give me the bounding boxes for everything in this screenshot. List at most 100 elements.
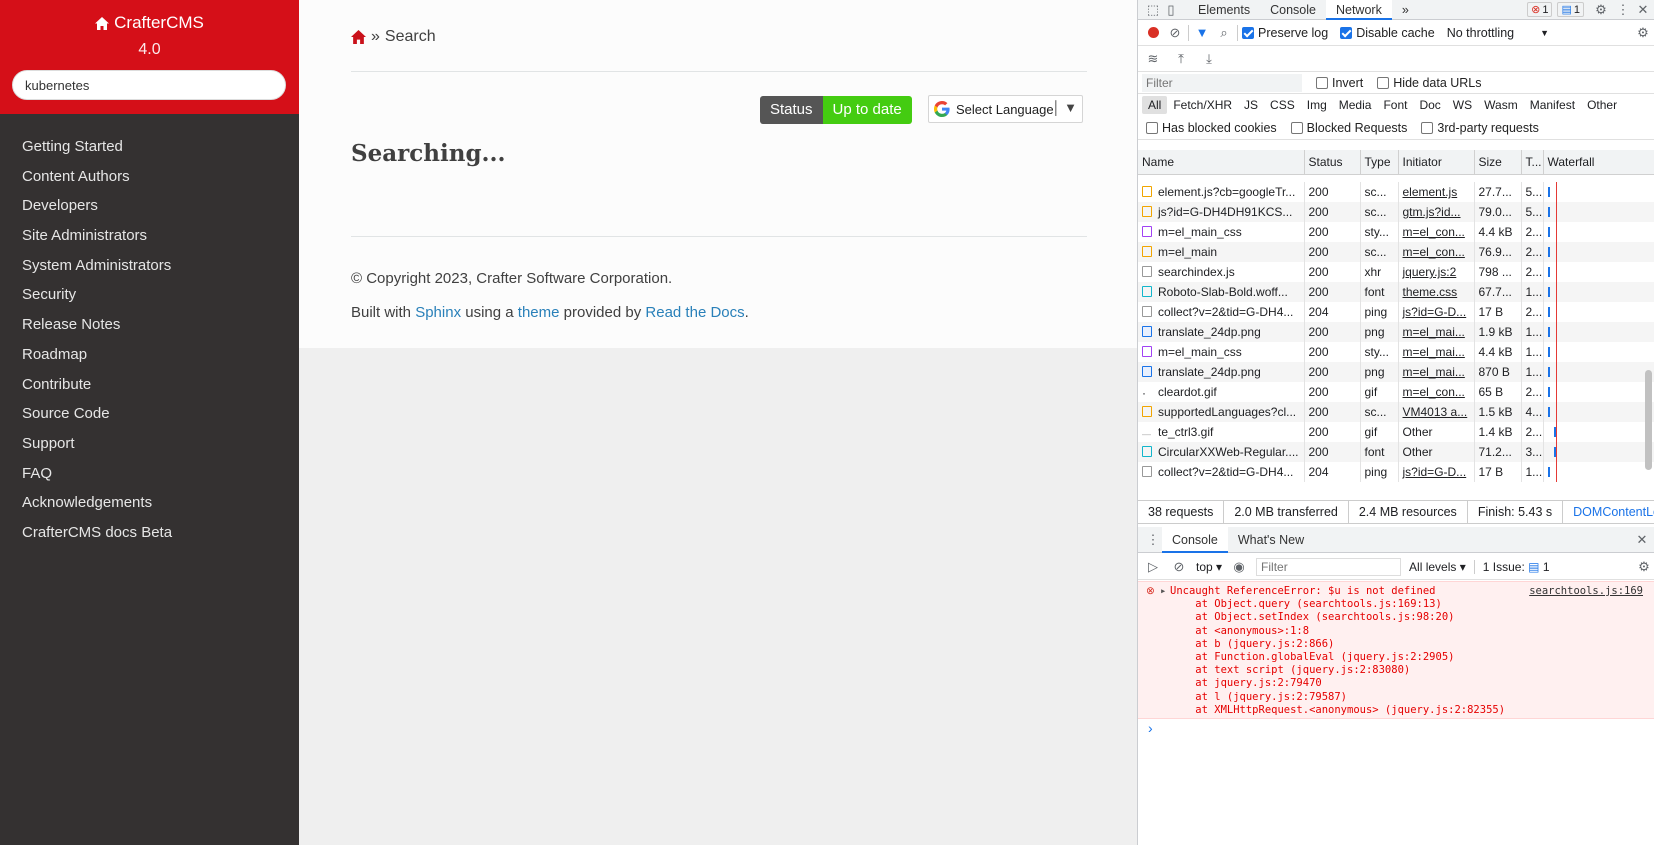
sidebar-item[interactable]: Acknowledgements <box>0 488 299 518</box>
error-source-link[interactable]: searchtools.js:169 <box>1529 585 1643 597</box>
cell-initiator[interactable]: js?id=G-D... <box>1398 302 1475 322</box>
brand-link[interactable]: CrafterCMS <box>0 13 299 33</box>
tab-elements[interactable]: Elements <box>1188 0 1260 20</box>
cell-initiator[interactable]: element.js <box>1398 182 1475 202</box>
type-filter-media[interactable]: Media <box>1333 96 1378 114</box>
cell-initiator[interactable]: m=el_mai... <box>1398 342 1475 362</box>
cell-initiator[interactable]: jquery.js:2 <box>1398 262 1475 282</box>
type-filter-font[interactable]: Font <box>1377 96 1413 114</box>
invert-checkbox[interactable]: Invert <box>1316 76 1363 90</box>
sidebar-item[interactable]: FAQ <box>0 459 299 489</box>
type-filter-manifest[interactable]: Manifest <box>1524 96 1581 114</box>
close-icon[interactable]: ✕ <box>1634 1 1652 19</box>
column-header[interactable]: Size <box>1474 150 1522 175</box>
more-tabs-icon[interactable]: » <box>1392 0 1419 20</box>
tab-network[interactable]: Network <box>1325 0 1392 20</box>
cell-initiator[interactable]: theme.css <box>1398 282 1475 302</box>
sidebar-item[interactable]: CrafterCMS docs Beta <box>0 518 299 548</box>
table-row[interactable]: searchindex.js 200 xhr jquery.js:2 798 ... 2.… <box>1138 262 1654 282</box>
preserve-log-checkbox[interactable]: Preserve log <box>1242 26 1328 40</box>
sidebar-item[interactable]: System Administrators <box>0 251 299 281</box>
type-filter-fetch-xhr[interactable]: Fetch/XHR <box>1167 96 1238 114</box>
type-filter-img[interactable]: Img <box>1301 96 1333 114</box>
sidebar-item[interactable]: Contribute <box>0 370 299 400</box>
blocked-requests-checkbox[interactable]: Blocked Requests <box>1290 121 1407 135</box>
log-levels-select[interactable]: All levels ▾ <box>1409 560 1466 574</box>
sidebar-toggle-icon[interactable]: ▷ <box>1144 558 1162 576</box>
cell-initiator[interactable]: m=el_mai... <box>1398 362 1475 382</box>
type-filter-all[interactable]: All <box>1142 96 1168 114</box>
console-filter-input[interactable] <box>1256 557 1402 576</box>
table-row[interactable]: m=el_main_css 200 sty... m=el_con... 4.4 kB 2… <box>1138 222 1654 242</box>
network-conditions-icon[interactable]: ≋ <box>1144 50 1162 68</box>
type-filter-wasm[interactable]: Wasm <box>1478 96 1524 114</box>
clear-icon[interactable]: ⊘ <box>1166 24 1184 42</box>
table-row[interactable]: m=el_main 200 sc... m=el_con... 76.9... 2... <box>1138 242 1654 262</box>
table-row[interactable]: collect?v=2&tid=G-DH4... 204 ping js?id=G-D… <box>1138 302 1654 322</box>
type-filter-doc[interactable]: Doc <box>1413 96 1446 114</box>
home-icon[interactable] <box>351 30 366 44</box>
type-filter-ws[interactable]: WS <box>1447 96 1478 114</box>
sidebar-item[interactable]: Support <box>0 429 299 459</box>
drawer-tab-whats-new[interactable]: What's New <box>1228 530 1314 550</box>
table-row[interactable]: Roboto-Slab-Bold.woff... 200 font theme.css… <box>1138 282 1654 302</box>
type-filter-css[interactable]: CSS <box>1264 96 1301 114</box>
scrollbar[interactable] <box>1645 370 1652 470</box>
drawer-menu-icon[interactable]: ⋮ <box>1144 531 1162 549</box>
settings-gear-icon[interactable]: ⚙ <box>1592 1 1610 19</box>
export-har-icon[interactable]: ⤓ <box>1200 50 1218 68</box>
column-header[interactable]: Waterfall <box>1543 150 1654 175</box>
disable-cache-checkbox[interactable]: Disable cache <box>1340 26 1435 40</box>
inspect-icon[interactable]: ⬚ <box>1144 1 1162 19</box>
table-row[interactable]: translate_24dp.png 200 png m=el_mai... 1.9 k… <box>1138 322 1654 342</box>
sidebar-item[interactable]: Release Notes <box>0 310 299 340</box>
table-row[interactable]: collect?v=2&tid=G-DH4... 204 ping js?id=G-D… <box>1138 462 1654 482</box>
column-header[interactable]: T... <box>1521 150 1544 175</box>
table-row[interactable]: CircularXXWeb-Regular.... 200 font Other 71.… <box>1138 442 1654 462</box>
column-header[interactable]: Status <box>1304 150 1361 175</box>
sidebar-item[interactable]: Getting Started <box>0 132 299 162</box>
console-error-message[interactable]: ⊗ ▸ searchtools.js:169 Uncaught Referenc… <box>1138 581 1654 719</box>
type-filter-js[interactable]: JS <box>1238 96 1264 114</box>
cell-initiator[interactable]: js?id=G-D... <box>1398 462 1475 482</box>
error-count-badge[interactable]: ⊗ 1 <box>1527 2 1553 17</box>
context-select[interactable]: top ▾ <box>1196 560 1222 574</box>
column-header[interactable]: Type <box>1360 150 1399 175</box>
sidebar-item[interactable]: Site Administrators <box>0 221 299 251</box>
cell-initiator[interactable]: m=el_con... <box>1398 222 1475 242</box>
cell-initiator[interactable]: Other <box>1398 422 1475 442</box>
column-header[interactable]: Initiator <box>1398 150 1475 175</box>
cell-initiator[interactable]: gtm.js?id... <box>1398 202 1475 222</box>
cell-initiator[interactable]: m=el_con... <box>1398 242 1475 262</box>
import-har-icon[interactable]: ⤒ <box>1172 50 1190 68</box>
sidebar-item[interactable]: Source Code <box>0 399 299 429</box>
search-icon[interactable]: ⌕ <box>1215 24 1233 42</box>
network-settings-icon[interactable]: ⚙ <box>1634 24 1652 42</box>
table-row[interactable]: translate_24dp.png 200 png m=el_mai... 870 B… <box>1138 362 1654 382</box>
sidebar-item[interactable]: Security <box>0 280 299 310</box>
throttling-select[interactable]: No throttling <box>1447 26 1514 40</box>
column-header[interactable]: Name <box>1138 150 1305 175</box>
sidebar-item[interactable]: Content Authors <box>0 162 299 192</box>
docs-search-input[interactable] <box>12 70 286 100</box>
cell-initiator[interactable]: VM4013 a... <box>1398 402 1475 422</box>
drawer-tab-console[interactable]: Console <box>1162 526 1228 553</box>
third-party-checkbox[interactable]: 3rd-party requests <box>1421 121 1539 135</box>
console-settings-icon[interactable]: ⚙ <box>1635 558 1653 576</box>
network-filter-input[interactable] <box>1142 73 1302 92</box>
hide-data-urls-checkbox[interactable]: Hide data URLs <box>1377 76 1482 90</box>
console-prompt[interactable]: › <box>1148 720 1153 736</box>
language-select[interactable]: Select Language │ ▼ <box>928 95 1083 123</box>
issue-count-badge[interactable]: ▤ 1 <box>1557 2 1584 17</box>
clear-console-icon[interactable]: ⊘ <box>1170 558 1188 576</box>
table-row[interactable]: m=el_main_css 200 sty... m=el_mai... 4.4 kB 1… <box>1138 342 1654 362</box>
eye-icon[interactable]: ◉ <box>1230 558 1248 576</box>
sidebar-item[interactable]: Roadmap <box>0 340 299 370</box>
table-row[interactable]: · cleardot.gif 200 gif m=el_con... 65 B 2... <box>1138 382 1654 402</box>
read-the-docs-link[interactable]: Read the Docs <box>645 304 744 321</box>
kebab-menu-icon[interactable]: ⋮ <box>1614 1 1632 19</box>
device-toggle-icon[interactable]: ▯ <box>1162 1 1180 19</box>
cell-initiator[interactable]: m=el_mai... <box>1398 322 1475 342</box>
expand-triangle-icon[interactable]: ▸ <box>1160 585 1166 597</box>
cell-initiator[interactable]: Other <box>1398 442 1475 462</box>
